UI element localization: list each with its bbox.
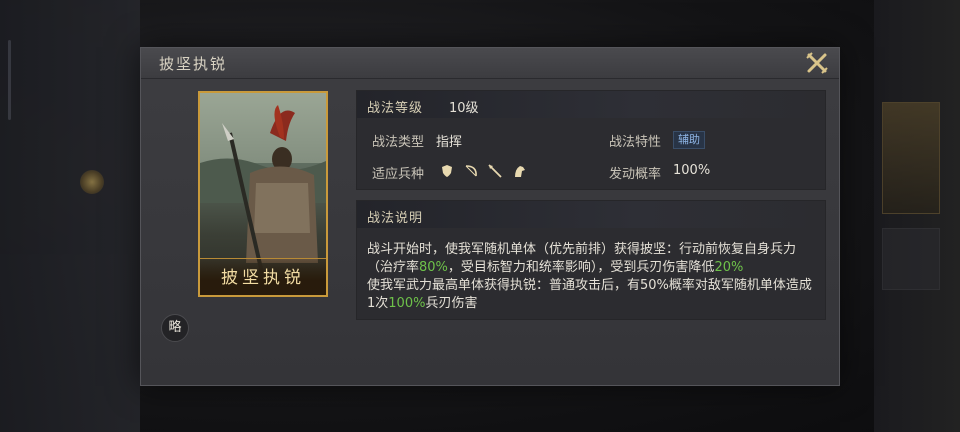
desc-line4: 兵刃伤害 xyxy=(425,296,478,311)
type-label: 战法类型 xyxy=(372,135,425,150)
damage-rate-value: 100% xyxy=(388,296,426,311)
description-panel: 战法说明 战斗开始时，使我军随机单体（优先前排）获得披坚：行动前恢复自身兵力（治… xyxy=(356,200,826,320)
close-button[interactable] xyxy=(805,51,829,75)
left-edge-tab xyxy=(8,40,11,120)
close-icon xyxy=(806,52,828,74)
spear-icon xyxy=(487,163,503,179)
rate-label: 发动概率 xyxy=(609,167,662,182)
description-title: 战法说明 xyxy=(367,211,424,226)
damage-reduction-value: 20% xyxy=(714,260,744,275)
skill-card: 披坚执锐 xyxy=(198,91,328,297)
type-value: 指挥 xyxy=(436,135,463,150)
dialog-titlebar: 披坚执锐 xyxy=(141,48,839,79)
rate-value: 100% xyxy=(673,163,711,178)
troop-label: 适应兵种 xyxy=(372,167,425,182)
bow-icon xyxy=(463,163,479,179)
background-right-panel xyxy=(874,0,960,432)
level-header: 战法等级 10级 xyxy=(357,91,825,118)
strategy-button[interactable]: 略 xyxy=(161,314,189,342)
background-glow xyxy=(80,170,104,194)
skill-card-name: 披坚执锐 xyxy=(200,258,326,295)
heal-rate-value: 80% xyxy=(419,260,448,275)
skill-info-panel: 战法等级 10级 战法类型 指挥 战法特性 辅助 适应兵种 发动概率 100% xyxy=(356,90,826,190)
description-header: 战法说明 xyxy=(357,201,825,228)
description-text: 战斗开始时，使我军随机单体（优先前排）获得披坚：行动前恢复自身兵力（治疗率80%… xyxy=(367,241,817,313)
troop-icons xyxy=(439,163,527,179)
background-card-slot xyxy=(882,102,940,214)
trait-label: 战法特性 xyxy=(609,135,662,150)
level-value: 10级 xyxy=(449,101,479,116)
desc-line2: ，受目标智力和统率影响），受到兵刃伤害降低 xyxy=(447,260,715,275)
trait-badge: 辅助 xyxy=(673,131,705,149)
horse-icon xyxy=(511,163,527,179)
skill-detail-dialog: 披坚执锐 披坚执锐 略 战法等级 10级 战法类型 指挥 战法特性 辅助 适应兵… xyxy=(140,47,840,386)
shield-icon xyxy=(439,163,455,179)
background-slot xyxy=(882,228,940,290)
level-label: 战法等级 xyxy=(367,101,424,116)
background-left-panel xyxy=(0,0,140,432)
dialog-title: 披坚执锐 xyxy=(159,55,228,73)
